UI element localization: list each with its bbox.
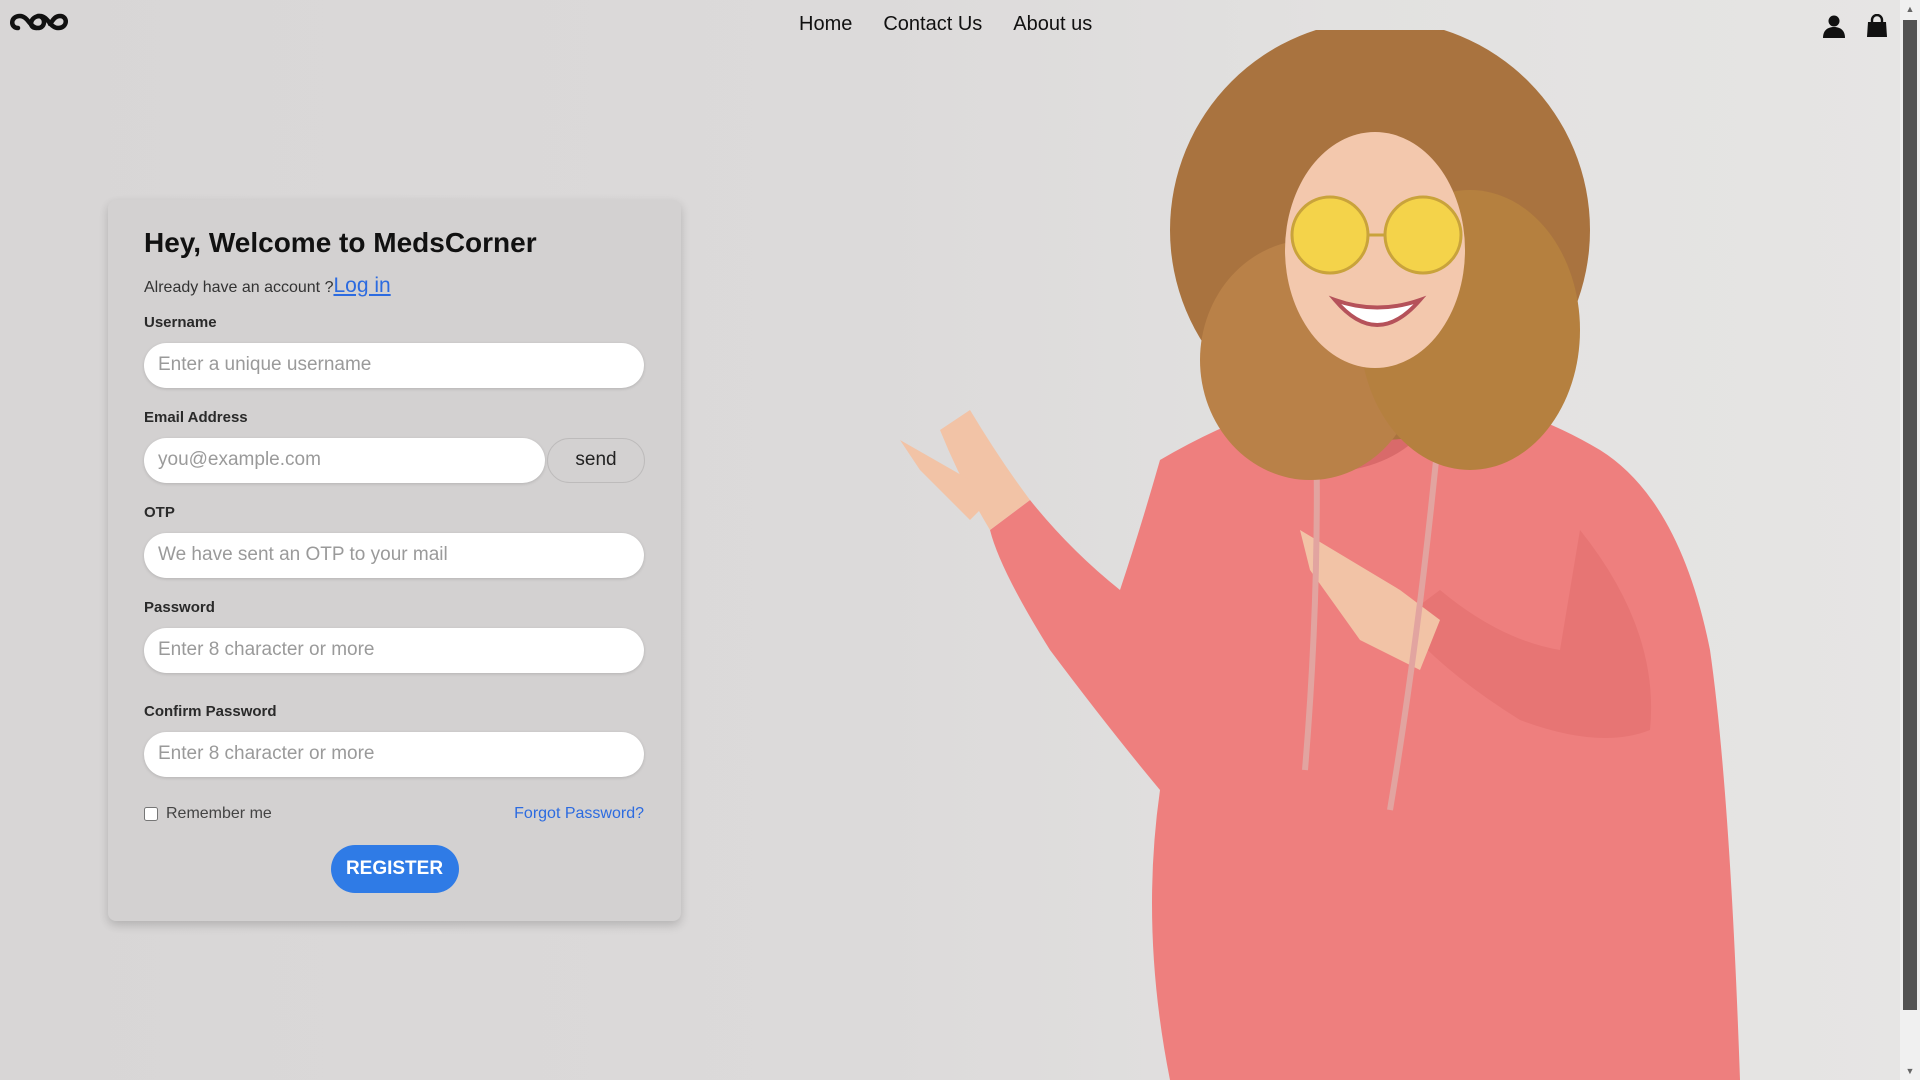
scroll-down-arrow-icon[interactable]: ▼ — [1900, 1062, 1920, 1080]
email-label: Email Address — [144, 408, 248, 426]
remember-row: Remember me Forgot Password? — [144, 805, 644, 823]
remember-me[interactable]: Remember me — [144, 805, 272, 823]
remember-me-checkbox[interactable] — [144, 806, 158, 821]
login-prompt: Already have an account ? Log in — [144, 274, 645, 298]
page-title: Hey, Welcome to MedsCorner — [144, 227, 537, 258]
confirm-password-input[interactable] — [144, 731, 644, 777]
username-label: Username — [144, 313, 217, 331]
infinity-logo[interactable] — [8, 8, 72, 36]
scroll-up-arrow-icon[interactable]: ▲ — [1900, 0, 1920, 18]
password-label: Password — [144, 598, 215, 616]
register-button[interactable]: REGISTER — [330, 844, 459, 893]
scroll-thumb[interactable] — [1903, 20, 1917, 1010]
bag-icon[interactable] — [1866, 14, 1888, 38]
nav-home[interactable]: Home — [799, 13, 852, 36]
user-icon[interactable] — [1822, 14, 1846, 38]
page: Home Contact Us About us Hey, Welcome to… — [0, 0, 1900, 1080]
password-input[interactable] — [144, 627, 644, 673]
email-row: send — [144, 437, 645, 483]
confirm-password-label: Confirm Password — [144, 702, 277, 720]
otp-input[interactable] — [144, 532, 644, 578]
already-account-text: Already have an account ? — [144, 278, 334, 296]
otp-label: OTP — [144, 503, 175, 521]
login-link[interactable]: Log in — [333, 274, 390, 298]
username-input[interactable] — [144, 342, 644, 388]
forgot-password-link[interactable]: Forgot Password? — [514, 805, 644, 823]
page-scrollbar[interactable]: ▲ ▼ — [1900, 0, 1920, 1080]
send-otp-button[interactable]: send — [547, 437, 645, 483]
woman-pointing-illustration — [900, 30, 1740, 1080]
header-icons — [1822, 14, 1888, 38]
remember-me-label: Remember me — [166, 804, 272, 822]
register-card: Hey, Welcome to MedsCorner Already have … — [108, 200, 681, 921]
email-input[interactable] — [144, 437, 545, 483]
